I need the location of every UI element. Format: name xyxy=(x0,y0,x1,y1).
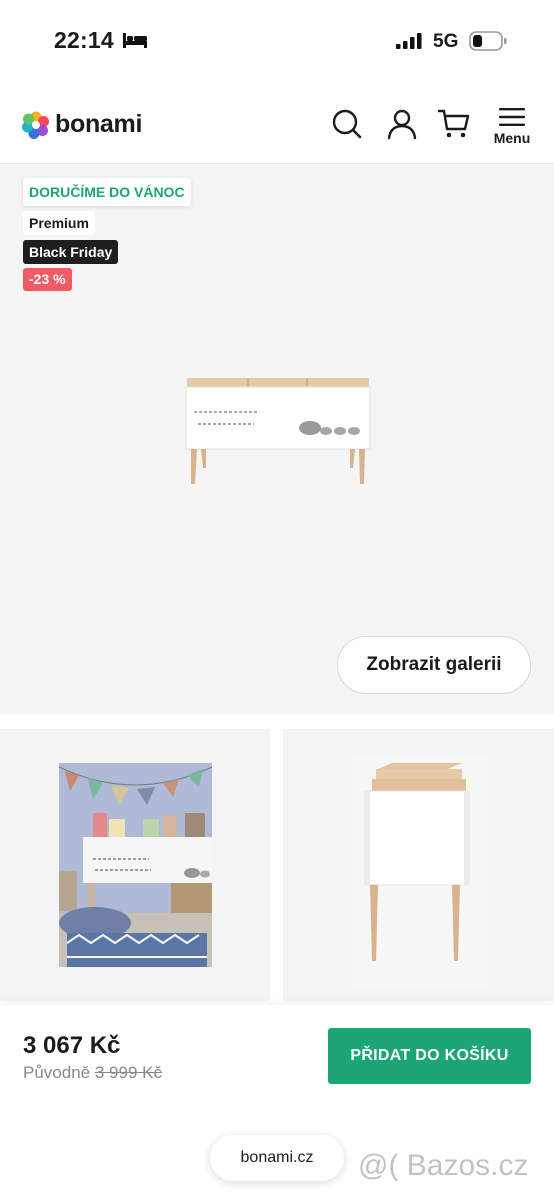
discount-badge: -23 % xyxy=(23,268,72,291)
bonami-logo[interactable]: bonami xyxy=(22,110,142,139)
lifestyle-photo xyxy=(59,763,212,967)
status-bar: 22:14 5G xyxy=(0,0,554,84)
product-hero[interactable]: DORUČÍME DO VÁNOC Premium Black Friday -… xyxy=(0,165,554,715)
product-image xyxy=(185,378,371,484)
network-label: 5G xyxy=(433,31,459,52)
bed-icon xyxy=(123,33,147,48)
user-icon[interactable] xyxy=(386,108,418,140)
original-price-line: Původně 3 999 Kč xyxy=(23,1063,162,1083)
browser-url-pill[interactable]: bonami.cz xyxy=(210,1135,344,1181)
thumbnail-strip xyxy=(0,716,554,1006)
watermark: @( Bazos.cz xyxy=(358,1149,529,1182)
black-friday-badge: Black Friday xyxy=(23,240,119,264)
original-price: 3 999 Kč xyxy=(94,1063,162,1082)
delivery-badge: DORUČÍME DO VÁNOC xyxy=(23,178,191,206)
app-header: bonami Menu xyxy=(0,84,554,164)
current-price: 3 067 Kč xyxy=(23,1032,121,1059)
thumbnail-side-view[interactable] xyxy=(283,729,554,1001)
menu-button[interactable]: Menu xyxy=(490,108,534,156)
search-icon[interactable] xyxy=(331,108,363,140)
cart-icon[interactable] xyxy=(438,108,470,140)
buy-bar: 3 067 Kč Původně 3 999 Kč PŘIDAT DO KOŠÍ… xyxy=(0,1005,554,1200)
premium-badge: Premium xyxy=(23,211,95,235)
signal-icon xyxy=(396,33,422,49)
show-gallery-button[interactable]: Zobrazit galerii xyxy=(337,636,531,694)
menu-label: Menu xyxy=(493,130,531,146)
side-view-photo xyxy=(352,755,488,989)
thumbnail-lifestyle[interactable] xyxy=(0,729,270,1001)
bonami-flower-icon xyxy=(22,111,49,139)
add-to-cart-button[interactable]: PŘIDAT DO KOŠÍKU xyxy=(328,1028,531,1084)
status-time: 22:14 xyxy=(54,27,114,53)
battery-icon xyxy=(469,31,507,51)
menu-icon xyxy=(499,108,525,126)
original-price-label: Původně xyxy=(23,1063,91,1082)
logo-text: bonami xyxy=(55,110,143,138)
